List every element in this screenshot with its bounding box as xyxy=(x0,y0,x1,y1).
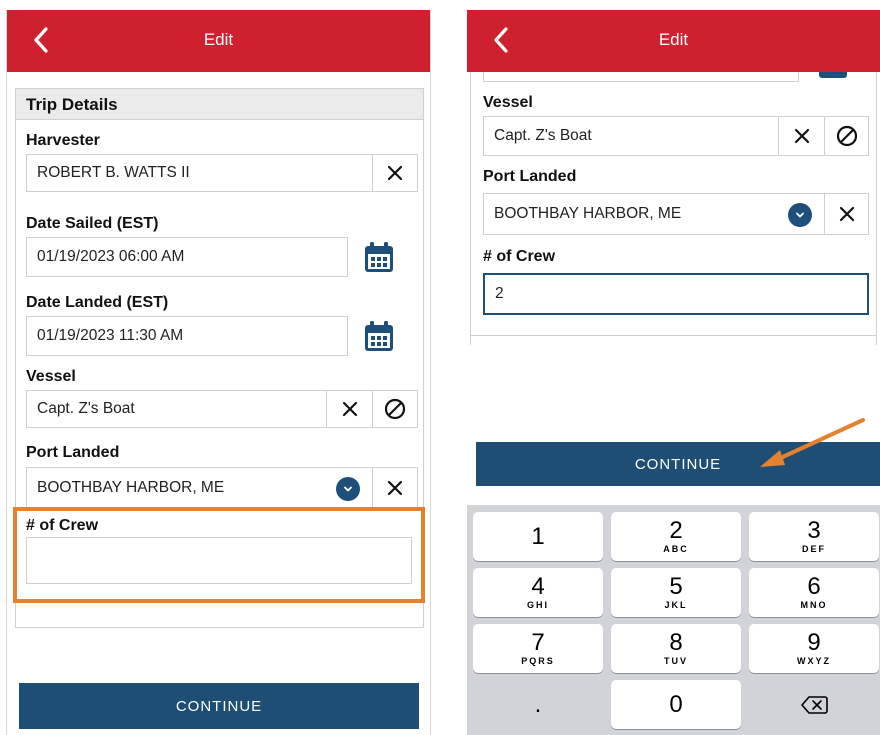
clear-x-icon xyxy=(839,206,854,222)
key-letters: MNO xyxy=(800,600,828,610)
crew-input[interactable] xyxy=(26,537,412,584)
date-landed-value: 01/19/2023 11:30 AM xyxy=(37,327,184,344)
clear-x-icon xyxy=(794,128,809,144)
right-screen: Edit Vessel Capt. Z's Boat Port Landed B… xyxy=(467,10,880,735)
key-5[interactable]: 5 JKL xyxy=(611,568,741,617)
key-letters: ABC xyxy=(663,544,689,554)
date-sailed-label: Date Sailed (EST) xyxy=(26,215,159,232)
crew-input[interactable]: 2 xyxy=(483,273,869,315)
continue-button[interactable]: CONTINUE xyxy=(19,683,419,729)
panel-border-left xyxy=(470,70,471,345)
panel-border-bottom xyxy=(470,335,877,336)
left-screen: Edit Trip Details Harvester ROBERT B. WA… xyxy=(6,10,431,735)
key-digit: 9 xyxy=(807,629,821,656)
header-bar: Edit xyxy=(467,10,880,72)
port-landed-label: Port Landed xyxy=(483,168,577,185)
crew-label: # of Crew xyxy=(26,517,99,534)
calendar-icon[interactable] xyxy=(819,72,847,78)
crew-value: 2 xyxy=(495,285,504,302)
key-digit: 2 xyxy=(669,517,683,544)
key-digit: 3 xyxy=(807,517,821,544)
key-letters: DEF xyxy=(802,544,826,554)
calendar-icon[interactable] xyxy=(362,319,396,353)
harvester-clear-button[interactable] xyxy=(373,154,418,192)
key-2[interactable]: 2 ABC xyxy=(611,512,741,561)
vessel-label: Vessel xyxy=(26,368,76,385)
no-vessel-button[interactable] xyxy=(825,116,869,156)
key-3[interactable]: 3 DEF xyxy=(749,512,879,561)
clear-x-icon xyxy=(387,165,403,181)
no-vessel-button[interactable] xyxy=(373,390,418,428)
key-digit: 4 xyxy=(531,573,545,600)
key-6[interactable]: 6 MNO xyxy=(749,568,879,617)
key-digit: 7 xyxy=(531,629,545,656)
clear-x-icon xyxy=(387,480,403,496)
vessel-value: Capt. Z's Boat xyxy=(494,127,592,144)
chevron-down-icon[interactable] xyxy=(788,203,812,227)
key-digit: 6 xyxy=(807,573,821,600)
port-landed-value: BOOTHBAY HARBOR, ME xyxy=(37,479,225,496)
date-sailed-field[interactable]: 01/19/2023 06:00 AM xyxy=(26,237,348,277)
header-bar: Edit xyxy=(7,10,430,72)
no-vessel-icon xyxy=(384,398,406,420)
header-title: Edit xyxy=(658,30,689,49)
harvester-field[interactable]: ROBERT B. WATTS II xyxy=(26,154,373,192)
key-letters: GHI xyxy=(526,600,549,610)
key-digit: 0 xyxy=(669,690,683,718)
numeric-keypad: 1 2 ABC 3 DEF 4 GHI 5 JKL 6 MNO 7 PQRS 8 TUV 9W… xyxy=(467,505,880,735)
key-4[interactable]: 4 GHI xyxy=(473,568,603,617)
vessel-value: Capt. Z's Boat xyxy=(37,400,135,417)
chevron-down-icon[interactable] xyxy=(336,477,360,501)
key-letters: WXYZ xyxy=(797,656,831,666)
no-vessel-icon xyxy=(836,125,857,147)
vessel-field[interactable]: Capt. Z's Boat xyxy=(26,390,327,428)
harvester-label: Harvester xyxy=(26,132,100,149)
key-9[interactable]: 9 WXYZ xyxy=(749,624,879,673)
port-landed-clear-button[interactable] xyxy=(373,467,418,509)
backspace-icon xyxy=(801,695,828,714)
key-digit: 5 xyxy=(669,573,683,600)
key-digit: 8 xyxy=(669,629,683,656)
date-landed-label: Date Landed (EST) xyxy=(26,294,169,311)
calendar-icon[interactable] xyxy=(362,240,396,274)
header-title: Edit xyxy=(203,30,234,49)
crew-label: # of Crew xyxy=(483,248,556,265)
key-digit: 1 xyxy=(531,522,545,550)
date-sailed-value: 01/19/2023 06:00 AM xyxy=(37,248,185,265)
vessel-clear-button[interactable] xyxy=(327,390,373,428)
clear-x-icon xyxy=(342,401,357,417)
port-landed-select[interactable]: BOOTHBAY HARBOR, ME xyxy=(26,467,373,509)
key-letters: PQRS xyxy=(521,656,555,666)
section-title: Trip Details xyxy=(15,88,424,120)
date-landed-field[interactable]: 01/19/2023 11:30 AM xyxy=(26,316,348,356)
key-letters: TUV xyxy=(664,656,688,666)
vessel-field[interactable]: Capt. Z's Boat xyxy=(483,116,779,156)
harvester-value: ROBERT B. WATTS II xyxy=(37,164,190,181)
panel-border-right xyxy=(876,70,877,345)
port-landed-value: BOOTHBAY HARBOR, ME xyxy=(494,205,682,222)
vessel-label: Vessel xyxy=(483,94,533,111)
key-letters: JKL xyxy=(664,600,688,610)
continue-button[interactable]: CONTINUE xyxy=(476,442,880,486)
key-digit: . xyxy=(534,690,542,718)
key-7[interactable]: 7 PQRS xyxy=(473,624,603,673)
key-decimal[interactable]: . xyxy=(473,680,603,729)
vessel-clear-button[interactable] xyxy=(779,116,825,156)
backspace-key[interactable] xyxy=(749,680,879,729)
port-landed-label: Port Landed xyxy=(26,444,120,461)
key-0[interactable]: 0 xyxy=(611,680,741,729)
port-landed-clear-button[interactable] xyxy=(825,193,869,235)
key-8[interactable]: 8 TUV xyxy=(611,624,741,673)
key-1[interactable]: 1 xyxy=(473,512,603,561)
port-landed-select[interactable]: BOOTHBAY HARBOR, ME xyxy=(483,193,825,235)
